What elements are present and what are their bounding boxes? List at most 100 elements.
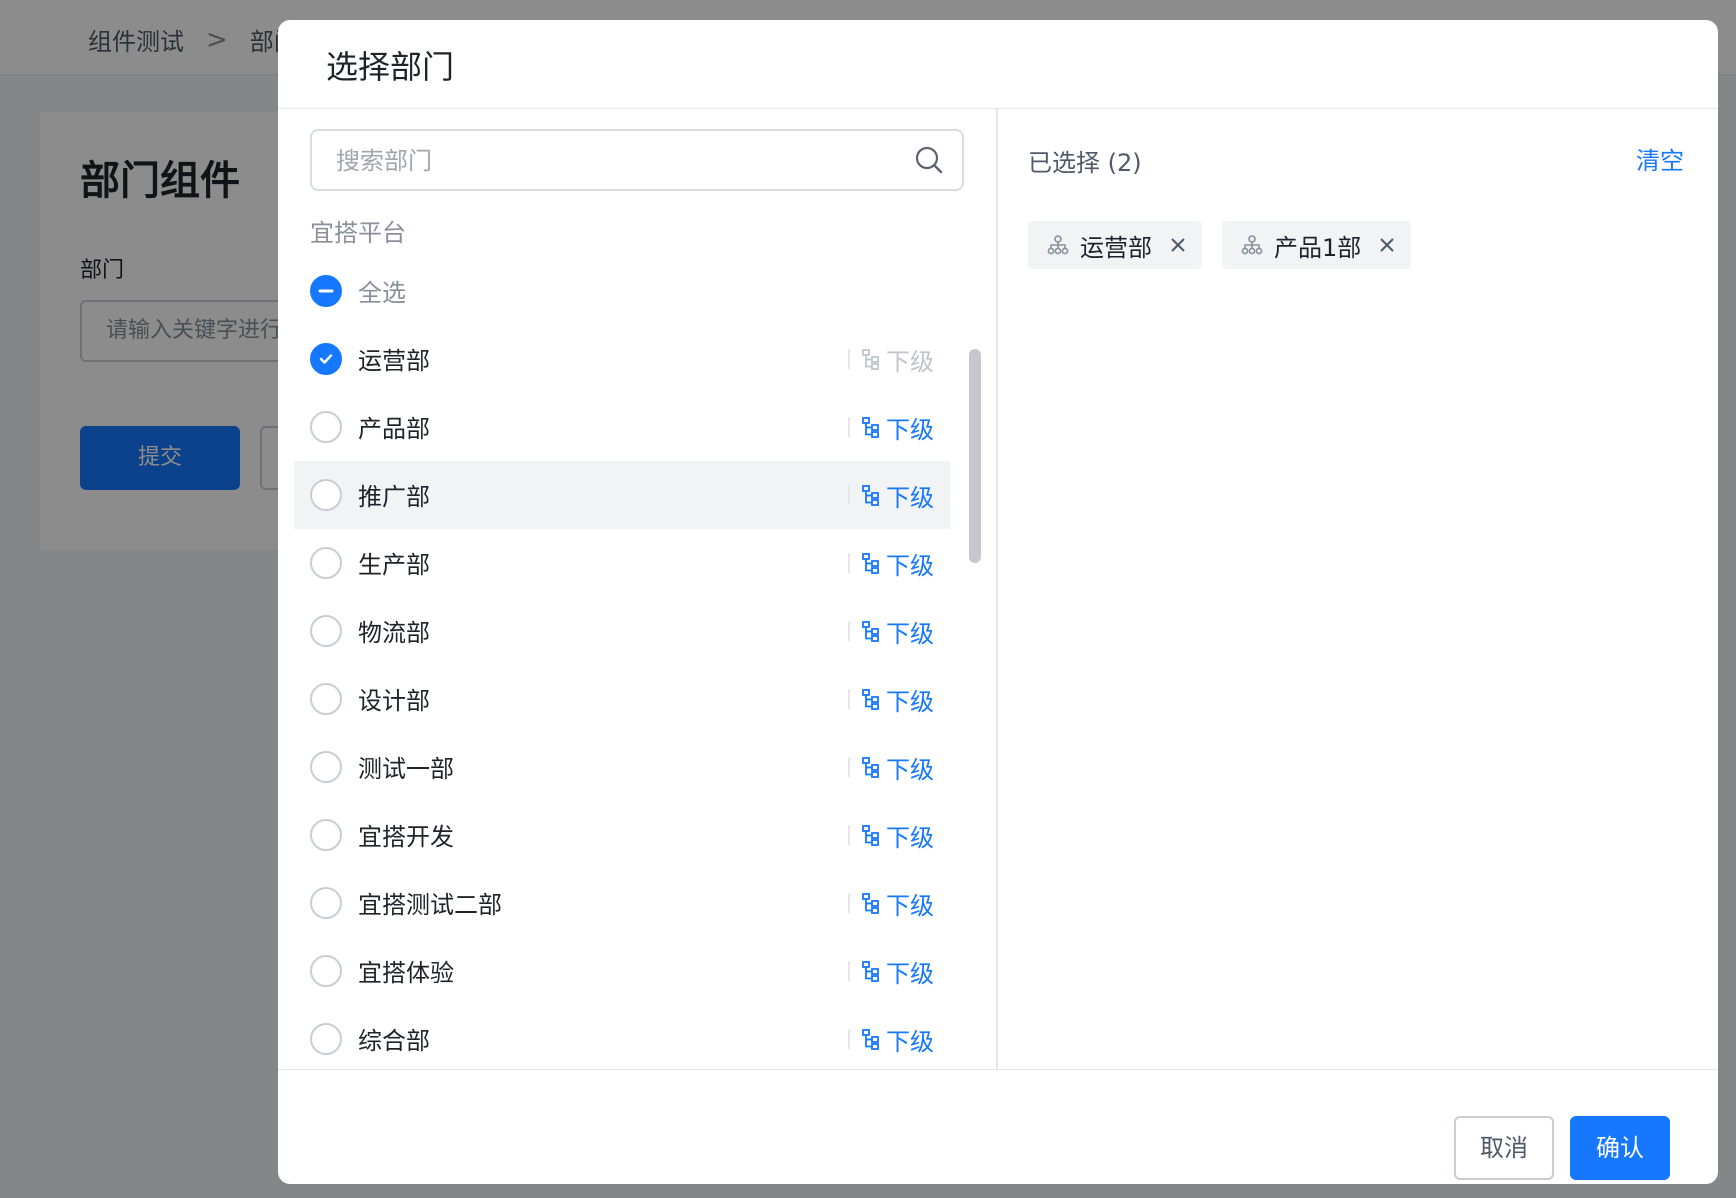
- hierarchy-icon: [862, 417, 879, 438]
- search-input[interactable]: [334, 131, 898, 191]
- hierarchy-icon: [862, 689, 879, 710]
- select-all-row[interactable]: 全选: [294, 257, 950, 325]
- department-name: 运营部: [358, 347, 430, 375]
- department-checkbox[interactable]: [310, 819, 342, 851]
- selected-count-title: 已选择 (2): [1028, 149, 1142, 177]
- department-row[interactable]: 测试一部 下级: [294, 733, 950, 801]
- department-checkbox[interactable]: [310, 1023, 342, 1055]
- sub-level-label: 下级: [886, 823, 934, 852]
- sub-level-button[interactable]: 下级: [848, 819, 934, 852]
- check-icon: [319, 354, 333, 364]
- sub-level-label: 下级: [886, 619, 934, 648]
- department-name: 生产部: [358, 551, 430, 579]
- department-name: 物流部: [358, 619, 430, 647]
- department-row[interactable]: 物流部 下级: [294, 597, 950, 665]
- sub-level-button[interactable]: 下级: [848, 751, 934, 784]
- department-checkbox[interactable]: [310, 751, 342, 783]
- sub-level-label: 下级: [886, 687, 934, 716]
- indeterminate-icon: [318, 289, 334, 293]
- sub-level-label: 下级: [886, 1027, 934, 1056]
- divider: [848, 961, 850, 981]
- sub-level-label: 下级: [886, 755, 934, 784]
- department-row[interactable]: 运营部 下级: [294, 325, 950, 393]
- hierarchy-icon: [862, 1029, 879, 1050]
- divider: [848, 825, 850, 845]
- close-icon[interactable]: [1377, 235, 1397, 255]
- department-row[interactable]: 设计部 下级: [294, 665, 950, 733]
- department-row[interactable]: 生产部 下级: [294, 529, 950, 597]
- selected-panel: 已选择 (2) 清空 运营部 产品1部: [998, 109, 1718, 1069]
- department-row[interactable]: 宜搭开发 下级: [294, 801, 950, 869]
- list-scrollbar[interactable]: [966, 335, 982, 1069]
- clear-button[interactable]: 清空: [1636, 141, 1684, 176]
- sub-level-button[interactable]: 下级: [848, 479, 934, 512]
- hierarchy-icon: [862, 485, 879, 506]
- department-row[interactable]: 产品部 下级: [294, 393, 950, 461]
- selected-tag-label: 产品1部: [1274, 233, 1362, 262]
- divider: [848, 689, 850, 709]
- divider: [848, 757, 850, 777]
- sub-level-button[interactable]: 下级: [848, 887, 934, 920]
- sub-level-label: 下级: [886, 483, 934, 512]
- divider: [848, 417, 850, 437]
- sub-level-button[interactable]: 下级: [848, 683, 934, 716]
- modal-title: 选择部门: [326, 48, 455, 86]
- sub-level-button[interactable]: 下级: [848, 1023, 934, 1056]
- close-icon[interactable]: [1168, 235, 1188, 255]
- sub-level-label: 下级: [886, 415, 934, 444]
- department-checkbox[interactable]: [310, 683, 342, 715]
- cancel-button[interactable]: 取消: [1454, 1116, 1554, 1180]
- scrollbar-thumb[interactable]: [969, 349, 981, 563]
- sub-level-label: 下级: [886, 551, 934, 580]
- department-list-panel: 宜搭平台 全选 运营部下级产品部下级推广部下级生产部下级物流部下级设计部下级测试…: [278, 109, 998, 1069]
- selected-tag-label: 运营部: [1080, 233, 1152, 262]
- department-name: 宜搭体验: [358, 959, 454, 987]
- divider: [848, 553, 850, 573]
- hierarchy-icon: [862, 961, 879, 982]
- hierarchy-icon: [862, 349, 879, 370]
- sub-level-button[interactable]: 下级: [848, 955, 934, 988]
- search-icon[interactable]: [914, 145, 944, 175]
- confirm-button[interactable]: 确认: [1570, 1116, 1670, 1180]
- sub-level-label: 下级: [886, 959, 934, 988]
- department-name: 宜搭开发: [358, 823, 454, 851]
- divider: [848, 349, 850, 369]
- select-all-checkbox[interactable]: [310, 275, 342, 307]
- department-checkbox[interactable]: [310, 479, 342, 511]
- modal-footer: 取消 确认: [278, 1069, 1718, 1184]
- sub-level-label: 下级: [886, 891, 934, 920]
- department-checkbox[interactable]: [310, 343, 342, 375]
- select-department-modal: 选择部门 宜搭平台 全选 运营部下级产品部下级推广部下级生产部下级物流部下级设计…: [278, 20, 1718, 1184]
- department-row[interactable]: 综合部 下级: [294, 1005, 950, 1069]
- hierarchy-icon: [862, 553, 879, 574]
- selected-tags: 运营部 产品1部: [1028, 221, 1412, 269]
- department-name: 产品部: [358, 415, 430, 443]
- org-name[interactable]: 宜搭平台: [310, 213, 406, 248]
- department-row[interactable]: 宜搭体验 下级: [294, 937, 950, 1005]
- department-checkbox[interactable]: [310, 547, 342, 579]
- selected-tag: 运营部: [1028, 221, 1202, 269]
- sub-level-button[interactable]: 下级: [848, 547, 934, 580]
- department-name: 综合部: [358, 1027, 430, 1055]
- divider: [848, 893, 850, 913]
- divider: [848, 621, 850, 641]
- selected-tag: 产品1部: [1222, 221, 1412, 269]
- sub-level-button[interactable]: 下级: [848, 615, 934, 648]
- divider: [848, 485, 850, 505]
- modal-header: 选择部门: [278, 20, 1718, 109]
- search-box[interactable]: [310, 129, 964, 191]
- department-row[interactable]: 宜搭测试二部 下级: [294, 869, 950, 937]
- select-all-label: 全选: [358, 279, 406, 307]
- divider: [848, 1029, 850, 1049]
- sub-level-button[interactable]: 下级: [848, 411, 934, 444]
- department-name: 测试一部: [358, 755, 454, 783]
- department-row[interactable]: 推广部 下级: [294, 461, 950, 529]
- hierarchy-icon: [862, 893, 879, 914]
- hierarchy-icon: [862, 825, 879, 846]
- department-checkbox[interactable]: [310, 411, 342, 443]
- department-name: 宜搭测试二部: [358, 891, 502, 919]
- sub-level-button[interactable]: 下级: [848, 343, 934, 376]
- department-checkbox[interactable]: [310, 615, 342, 647]
- department-checkbox[interactable]: [310, 887, 342, 919]
- department-checkbox[interactable]: [310, 955, 342, 987]
